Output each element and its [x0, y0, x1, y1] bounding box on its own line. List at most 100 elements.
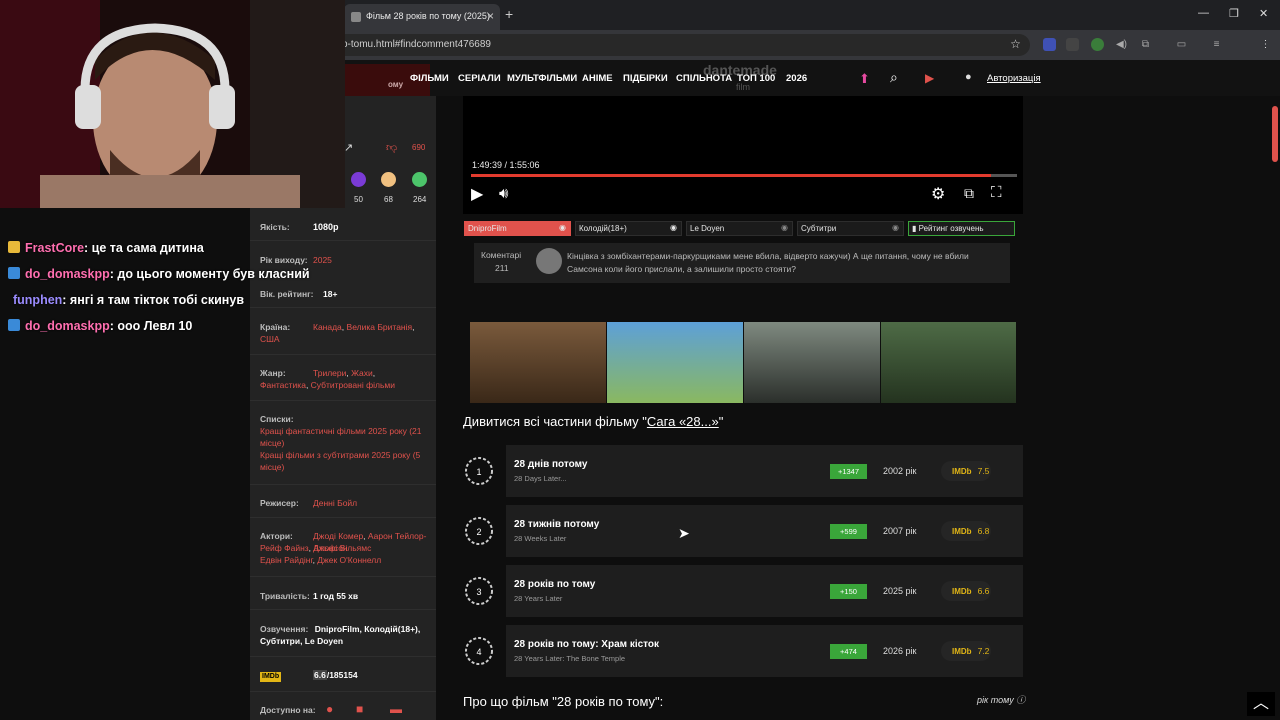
- imdb-badge: IMDb: [260, 672, 282, 682]
- latest-comment[interactable]: Коментарі 211 Кінцівка з зомбіхантерами-…: [474, 243, 1010, 283]
- actor-link[interactable]: Альфі Вільямс: [313, 543, 371, 553]
- country-link[interactable]: Велика Британія: [347, 322, 413, 332]
- list-link[interactable]: Кращі фантастичні фільми 2025 року (21 м…: [260, 426, 422, 448]
- nav-films[interactable]: ФІЛЬМИ: [410, 73, 449, 84]
- settings-gear-icon[interactable]: ⚙: [931, 184, 945, 204]
- reading-list-icon[interactable]: ≡: [1210, 38, 1223, 51]
- part-original-title: 28 Years Later: The Bone Temple: [514, 654, 626, 663]
- nav-series[interactable]: СЕРІАЛИ: [458, 73, 501, 84]
- extension-icon[interactable]: [1043, 38, 1056, 51]
- comment-text: Кінцівка з зомбіхантерами-паркурщиками м…: [567, 251, 969, 274]
- country-link[interactable]: США: [260, 334, 280, 344]
- saga-part-row[interactable]: 28 років по тому: Храм кісток 28 Years L…: [506, 625, 1023, 677]
- part-year: 2025 рік: [883, 586, 917, 596]
- apple-icon[interactable]: ●: [326, 703, 333, 715]
- chat-username: FrastCore: [25, 241, 85, 255]
- scroll-top-button[interactable]: ︿: [1247, 692, 1275, 716]
- share-icon[interactable]: ↗: [344, 141, 353, 154]
- source-tab-subtitles[interactable]: Субтитри ◉: [797, 221, 904, 236]
- saga-part-row[interactable]: 28 днів потому 28 Days Later... +1347 20…: [506, 445, 1023, 497]
- part-title[interactable]: 28 років по тому: [514, 579, 595, 590]
- login-link[interactable]: Авторизація: [987, 73, 1041, 84]
- genre-link[interactable]: Жахи: [351, 368, 373, 378]
- search-icon[interactable]: ⌕: [890, 69, 898, 86]
- close-tab-icon[interactable]: ×: [487, 9, 494, 23]
- part-title[interactable]: 28 днів потому: [514, 459, 587, 470]
- imdb-rating: 6.6: [313, 670, 327, 680]
- nav-collections[interactable]: ПІДБІРКИ: [623, 73, 668, 84]
- genre-link[interactable]: Фантастика: [260, 380, 306, 390]
- screenshot-2[interactable]: [607, 322, 743, 403]
- info-icon[interactable]: ⓘ: [1016, 695, 1025, 705]
- genre-link[interactable]: Субтитровані фільми: [311, 380, 395, 390]
- reaction-sick-icon[interactable]: [412, 172, 427, 187]
- actor-link[interactable]: Рейф Файнз: [260, 543, 309, 553]
- nav-anime[interactable]: АНІМЕ: [582, 73, 613, 84]
- extension-icon[interactable]: [1091, 38, 1104, 51]
- bookmark-star-icon[interactable]: ☆: [1009, 38, 1022, 51]
- video-progress-bar[interactable]: [471, 174, 1017, 177]
- year-link[interactable]: 2025: [313, 254, 332, 266]
- pip-icon[interactable]: ⧉: [964, 185, 974, 202]
- logo-text: ому: [388, 80, 404, 89]
- nav-community[interactable]: СПІЛЬНОТА: [676, 73, 732, 84]
- saga-part-row[interactable]: 28 тижнів потому 28 Weeks Later +599 200…: [506, 505, 1023, 557]
- new-tab-icon[interactable]: +: [505, 6, 513, 22]
- restore-icon[interactable]: ❐: [1229, 7, 1239, 20]
- translate-icon[interactable]: ◀): [1115, 38, 1128, 51]
- browser-tab[interactable]: Фільм 28 років по тому (2025) ×: [344, 4, 500, 30]
- country-link[interactable]: Канада: [313, 322, 342, 332]
- saga-part-row[interactable]: 28 років по тому 28 Years Later +150 202…: [506, 565, 1023, 617]
- favicon-icon: [351, 12, 361, 22]
- extensions-puzzle-icon[interactable]: ⧉: [1139, 38, 1152, 51]
- laurel-icon: 4: [463, 635, 495, 667]
- nav-cartoons[interactable]: МУЛЬТФІЛЬМИ: [507, 73, 577, 84]
- play-icon[interactable]: ▶: [925, 71, 934, 85]
- site-header: ому dantemade film ФІЛЬМИ СЕРІАЛИ МУЛЬТФ…: [250, 60, 1280, 100]
- chat-message: do_domaskpp: ооо Левл 10: [8, 319, 192, 333]
- list-link[interactable]: Кращі фільми з субтитрами 2025 року (5 м…: [260, 450, 420, 472]
- nav-2026[interactable]: 2026: [786, 73, 807, 84]
- actor-link[interactable]: Джоді Комер: [313, 531, 363, 541]
- actor-link[interactable]: Едвін Райдінг: [260, 555, 313, 565]
- menu-icon[interactable]: ⋮: [1259, 38, 1272, 51]
- dub-rating-button[interactable]: ▮ Рейтинг озвучень: [908, 221, 1015, 236]
- extension-icon[interactable]: [1066, 38, 1079, 51]
- source-tab-kolodii[interactable]: Колодій(18+) ◉: [575, 221, 682, 236]
- chat-message: do_domaskpp: до цього моменту був класни…: [8, 267, 310, 281]
- scrollbar-thumb[interactable]: [1272, 106, 1278, 162]
- reaction-shocked-icon[interactable]: [351, 172, 366, 187]
- gift-icon[interactable]: ⬆: [859, 71, 870, 87]
- director-link[interactable]: Денні Бойл: [313, 497, 357, 509]
- prime-badge-icon: [8, 319, 20, 331]
- source-tab-dniprofilm[interactable]: DniproFilm ◉: [464, 221, 571, 236]
- reaction-scared-icon[interactable]: [381, 172, 396, 187]
- close-window-icon[interactable]: ✕: [1259, 7, 1268, 20]
- minimize-icon[interactable]: —: [1198, 7, 1209, 19]
- lists-label: Списки:: [260, 414, 294, 424]
- cast-icon[interactable]: ▭: [1175, 38, 1188, 51]
- address-field[interactable]: o-tomu.html#findcomment476689: [330, 34, 1030, 56]
- dislike-icon[interactable]: 👎︎: [386, 141, 397, 154]
- fullscreen-icon[interactable]: ⛶: [991, 184, 1002, 201]
- about-date: рік тому ⓘ: [977, 693, 1025, 706]
- play-button-icon[interactable]: ▶: [471, 184, 483, 204]
- genre-link[interactable]: Трилери: [313, 368, 346, 378]
- chat-text: : янгі я там тікток тобі скинув: [62, 293, 244, 307]
- video-player[interactable]: 1:49:39 / 1:55:06 ▶ 🔊︎ ⚙ ⧉ ⛶: [463, 96, 1023, 214]
- part-likes: +1347: [830, 464, 867, 479]
- screenshot-1[interactable]: [470, 322, 606, 403]
- part-title[interactable]: 28 років по тому: Храм кісток: [514, 639, 659, 650]
- part-title[interactable]: 28 тижнів потому: [514, 519, 599, 530]
- source-tab-le-doyen[interactable]: Le Doyen ◉: [686, 221, 793, 236]
- actor-link[interactable]: Джек О'Коннелл: [317, 555, 381, 565]
- volume-icon[interactable]: 🔊︎: [499, 185, 508, 202]
- saga-link[interactable]: Сага «28...»: [647, 414, 719, 429]
- part-number: 1: [476, 467, 481, 477]
- screenshot-3[interactable]: [744, 322, 880, 403]
- android-icon[interactable]: ■: [356, 703, 363, 715]
- screenshot-4[interactable]: [881, 322, 1016, 403]
- nav-top100[interactable]: ТОП 100: [737, 73, 775, 84]
- part-number: 4: [476, 647, 481, 657]
- tv-icon[interactable]: ▬: [390, 703, 402, 715]
